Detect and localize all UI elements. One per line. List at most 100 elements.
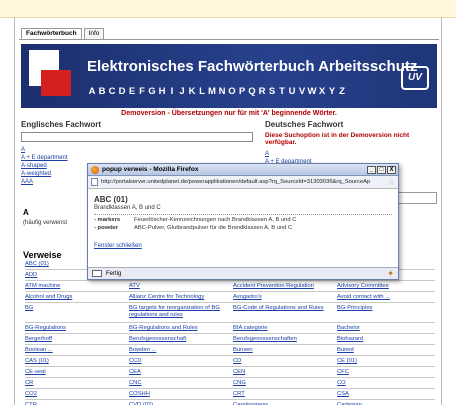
verweise-cell[interactable]: Biohazard: [337, 334, 435, 345]
header-banner: Elektronisches Fachwörterbuch Arbeitssch…: [21, 44, 437, 108]
verweise-cell[interactable]: Boolean ...: [25, 345, 129, 356]
maximize-button[interactable]: □: [377, 165, 386, 174]
alphabet-letter-a[interactable]: A: [87, 86, 97, 97]
verweise-cell[interactable]: CTR: [25, 400, 129, 405]
verweise-cell[interactable]: CEA: [129, 367, 233, 378]
alphabet-letter-e[interactable]: E: [127, 86, 137, 97]
verweise-cell[interactable]: COSHH: [129, 389, 233, 400]
verweise-cell[interactable]: CO: [337, 378, 435, 389]
english-heading: Englisches Fachwort: [21, 120, 102, 129]
popup-titlebar[interactable]: popup verweis - Mozilla Firefox _ □ X: [88, 164, 398, 176]
alphabet-letter-o[interactable]: O: [227, 86, 237, 97]
verweise-cell[interactable]: BG-Regulations: [25, 323, 129, 334]
alphabet-letter-z[interactable]: Z: [337, 86, 347, 97]
verweise-cell[interactable]: Bunsen: [233, 345, 337, 356]
tab-info[interactable]: Info: [83, 28, 105, 39]
alphabet-letter-w[interactable]: W: [307, 86, 317, 97]
german-link-a[interactable]: A: [265, 150, 437, 158]
alphabet-letter-y[interactable]: Y: [327, 86, 337, 97]
verweise-cell[interactable]: Allianz Centre for Technology: [129, 292, 233, 303]
tab-fachwoerterbuch[interactable]: Fachwörterbuch: [21, 28, 82, 39]
verweise-cell[interactable]: Alcohol and Drugs: [25, 292, 129, 303]
alphabet-letter-g[interactable]: G: [147, 86, 157, 97]
alphabet-letter-x[interactable]: X: [317, 86, 327, 97]
verweise-cell[interactable]: BIA categorie: [233, 323, 337, 334]
alphabet-letter-h[interactable]: H: [157, 86, 167, 97]
tab-divider: [19, 39, 439, 40]
alphabet-letter-u[interactable]: U: [287, 86, 297, 97]
popup-content: ABC (01) Brandklassen A, B und C - marke…: [88, 189, 398, 267]
alphabet-letter-m[interactable]: M: [207, 86, 217, 97]
alphabet-letter-t[interactable]: T: [277, 86, 287, 97]
alphabet-letter-j[interactable]: J: [177, 86, 187, 97]
alphabet-letter-i[interactable]: I: [167, 86, 177, 97]
alphabet-letter-l[interactable]: L: [197, 86, 207, 97]
verweise-cell[interactable]: Carelessness: [233, 400, 337, 405]
verweise-cell[interactable]: CE-seal: [25, 367, 129, 378]
window-controls: _ □ X: [366, 165, 396, 174]
status-text: Fertig: [106, 270, 122, 277]
verweise-cell[interactable]: Bergerhoff: [25, 334, 129, 345]
verweise-cell[interactable]: BG-Regulations and Rules: [129, 323, 233, 334]
verweise-cell[interactable]: BG-Principles: [337, 303, 435, 323]
popup-address-bar[interactable]: http://portalserver.unitedplanet.de/powe…: [88, 176, 398, 189]
verweise-cell[interactable]: CEN: [233, 367, 337, 378]
verweise-cell[interactable]: CCD: [129, 356, 233, 367]
popup-row-powder: - powder ABC-Pulver, Glutbrandpulver für…: [94, 225, 392, 231]
page-frame: Fachwörterbuch Info Elektronisches Fachw…: [14, 18, 442, 405]
verweise-cell[interactable]: Avogadro's: [233, 292, 337, 303]
alphabet-letter-k[interactable]: K: [187, 86, 197, 97]
verweise-cell[interactable]: CNG: [233, 378, 337, 389]
verweise-cell[interactable]: Avoid contact with ...: [337, 292, 435, 303]
verweise-cell[interactable]: Berufsgenossenschaften: [233, 334, 337, 345]
row-key: - markers: [94, 217, 121, 223]
alphabet-letter-n[interactable]: N: [217, 86, 227, 97]
close-window-link[interactable]: Fenster schließen: [94, 243, 392, 249]
verweise-cell[interactable]: Berufsgenossenschaft: [129, 334, 233, 345]
verweise-cell[interactable]: CNC: [129, 378, 233, 389]
verweise-cell[interactable]: CE (01): [337, 356, 435, 367]
verweise-cell[interactable]: CFC: [337, 367, 435, 378]
verweise-cell[interactable]: Accident Prevention Regulation: [233, 281, 337, 292]
verweise-cell[interactable]: Buried: [337, 345, 435, 356]
tab-bar: Fachwörterbuch Info: [21, 28, 106, 39]
english-link-ae-department[interactable]: A + E department: [21, 154, 255, 162]
verweise-cell[interactable]: Advisory Committee: [337, 281, 435, 292]
status-icon: [92, 270, 102, 277]
alphabet-letter-s[interactable]: S: [267, 86, 277, 97]
alphabet-letter-b[interactable]: B: [97, 86, 107, 97]
verweise-cell[interactable]: CRT: [233, 389, 337, 400]
verweise-cell[interactable]: Bachelor: [337, 323, 435, 334]
alphabet-letter-v[interactable]: V: [297, 86, 307, 97]
popup-url[interactable]: http://portalserver.unitedplanet.de/powe…: [101, 179, 386, 185]
alphabet-letter-r[interactable]: R: [257, 86, 267, 97]
popup-window: popup verweis - Mozilla Firefox _ □ X ht…: [87, 163, 399, 280]
verweise-cell[interactable]: CR: [25, 378, 129, 389]
minimize-button[interactable]: _: [367, 165, 376, 174]
alphabet-letter-d[interactable]: D: [117, 86, 127, 97]
verweise-cell[interactable]: ATM machine: [25, 281, 129, 292]
star-icon[interactable]: ☆: [388, 178, 395, 187]
alphabet-letter-c[interactable]: C: [107, 86, 117, 97]
verweise-cell[interactable]: BG-Code of Regulations and Rules: [233, 303, 337, 323]
verweise-cell[interactable]: BG targets for reorganization of BG regu…: [129, 303, 233, 323]
verweise-cell[interactable]: BG: [25, 303, 129, 323]
alphabet-letter-p[interactable]: P: [237, 86, 247, 97]
verweise-cell[interactable]: CVD (02): [129, 400, 233, 405]
row-value: Feuerlöscher-Kennzeichnungen nach Brandk…: [134, 217, 297, 223]
popup-heading: ABC (01): [94, 195, 128, 204]
verweise-cell[interactable]: CO2: [25, 389, 129, 400]
section-a-usage: (häufig verwenst: [23, 220, 68, 226]
addon-icon[interactable]: ✦: [387, 269, 394, 278]
english-link-a[interactable]: A: [21, 146, 255, 154]
verweise-cell[interactable]: ATV: [129, 281, 233, 292]
alphabet-letter-f[interactable]: F: [137, 86, 147, 97]
verweise-cell[interactable]: Bowden ...: [129, 345, 233, 356]
english-search-input[interactable]: [21, 132, 253, 142]
verweise-cell[interactable]: Cartesian: [337, 400, 435, 405]
verweise-cell[interactable]: CAS (01): [25, 356, 129, 367]
verweise-cell[interactable]: CSA: [337, 389, 435, 400]
close-button[interactable]: X: [387, 165, 396, 174]
verweise-cell[interactable]: CD: [233, 356, 337, 367]
alphabet-letter-q[interactable]: Q: [247, 86, 257, 97]
